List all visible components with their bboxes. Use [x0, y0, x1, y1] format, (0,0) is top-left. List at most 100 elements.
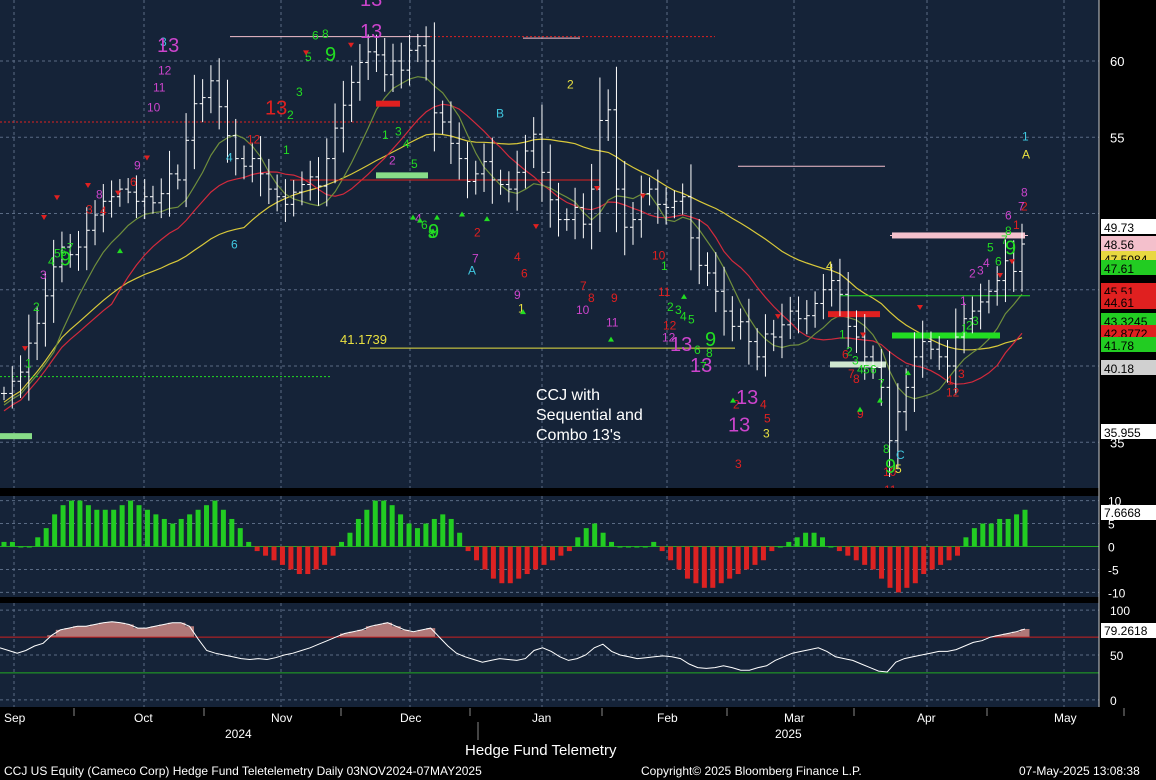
count-label: 1 — [1022, 129, 1029, 143]
count-label: 12 — [158, 64, 172, 78]
histogram-bar — [659, 546, 665, 552]
x-month-label: May — [1054, 711, 1077, 725]
histogram-bar — [710, 546, 716, 588]
count-label: 3 — [735, 457, 742, 471]
count-label: 7 — [580, 279, 587, 293]
histogram-bar — [246, 541, 252, 547]
count-label: 8 — [853, 372, 860, 386]
histogram-bar — [178, 518, 184, 547]
histogram-bar — [575, 537, 581, 547]
histogram-bar — [288, 546, 294, 570]
histogram-bar — [541, 546, 547, 565]
count-label: A — [468, 264, 476, 278]
histogram-bar — [524, 546, 530, 575]
count-label-large: 9 — [705, 329, 716, 351]
annotation-line-1: CCJ with — [536, 387, 600, 404]
count-label: 4 — [514, 250, 521, 264]
footer-center-title: Hedge Fund Telemetry — [465, 742, 617, 759]
count-label: 6 — [130, 175, 137, 189]
price-axis-tick: 60 — [1110, 54, 1124, 69]
histogram-bar — [617, 546, 623, 548]
count-label: 9 — [611, 291, 618, 305]
histogram-bar — [836, 546, 842, 552]
histogram-bar — [625, 546, 631, 548]
count-label-large: 9 — [1005, 238, 1016, 260]
count-label: 4 — [403, 137, 410, 151]
histogram-bar — [929, 546, 935, 570]
count-label: 4 — [760, 398, 767, 412]
x-month-label: Oct — [134, 711, 153, 725]
price-axis-tick: 55 — [1110, 130, 1124, 145]
histogram-bar — [693, 546, 699, 584]
count-label-large: 13 — [360, 0, 382, 11]
count-label: 3 — [40, 268, 47, 282]
count-label: 1 — [947, 373, 954, 387]
count-label: 4 — [226, 151, 233, 165]
histogram-bar — [609, 541, 615, 547]
count-label: 3 — [958, 367, 965, 381]
annotation-line-2: Sequential and — [536, 407, 643, 424]
histogram-bar — [549, 546, 555, 561]
histogram-bar — [26, 546, 32, 548]
count-label: 6 — [1005, 209, 1012, 223]
histogram-bar — [870, 546, 876, 570]
histogram-bar — [229, 518, 235, 547]
histogram-axis-tick: 0 — [1108, 541, 1115, 555]
histogram-bar — [474, 546, 480, 561]
histogram-bar — [69, 500, 75, 547]
histogram-bar — [271, 546, 277, 561]
chart-canvas: 35556012345 6 738469101112361212356 8123454… — [0, 0, 1156, 780]
price-right-label: 47.61 — [1101, 260, 1156, 276]
x-year-label: 2025 — [775, 727, 802, 741]
histogram-bar — [938, 546, 944, 565]
histogram-bar — [997, 518, 1003, 547]
x-month-label: Dec — [400, 711, 421, 725]
count-label: 6 — [312, 29, 319, 43]
histogram-bar — [431, 518, 437, 547]
histogram-bar — [170, 523, 176, 547]
level-bar — [892, 332, 1000, 339]
histogram-bar — [853, 546, 859, 561]
price-right-label: 40.18 — [1101, 360, 1156, 376]
histogram-bar — [339, 541, 345, 547]
histogram-bar — [381, 500, 387, 547]
histogram-bar — [254, 546, 260, 552]
histogram-bar — [786, 541, 792, 547]
count-label: 12 — [247, 132, 261, 146]
count-label: 1 — [1013, 218, 1020, 232]
price-right-label-text: 41.78 — [1104, 339, 1134, 353]
histogram-bar — [423, 523, 429, 547]
price-right-label-text: 40.18 — [1104, 362, 1134, 376]
count-label: 8 — [96, 187, 103, 201]
count-label: 3 — [395, 125, 402, 139]
histogram-bar — [153, 514, 159, 547]
count-label: 7 — [878, 376, 885, 390]
price-right-label-text: 49.73 — [1104, 221, 1134, 235]
histogram-bar — [204, 505, 210, 547]
footer-timestamp: 07-May-2025 13:08:38 — [1019, 764, 1140, 778]
histogram-bar — [642, 546, 648, 548]
count-label: 5 — [688, 312, 695, 326]
count-label: 8 — [322, 27, 329, 41]
count-label: 11 — [658, 285, 671, 299]
histogram-bar — [980, 523, 986, 547]
histogram-bar — [372, 500, 378, 547]
count-label: 2 — [389, 154, 396, 168]
histogram-bar — [263, 546, 269, 556]
histogram-bar — [819, 537, 825, 547]
count-label-large: 9 — [325, 44, 336, 66]
histogram-bar — [735, 546, 741, 575]
histogram-bar — [18, 546, 24, 548]
histogram-bar — [35, 537, 41, 547]
count-label: 8 — [883, 442, 890, 456]
count-label: 2 — [667, 300, 674, 314]
price-right-label-text: 48.56 — [1104, 238, 1134, 252]
count-label: 5 — [863, 363, 870, 377]
histogram-bar — [237, 528, 243, 547]
count-label: B — [496, 106, 504, 120]
count-label: 10 — [576, 303, 590, 317]
count-label-large: 13 — [728, 415, 750, 437]
histogram-bar — [676, 546, 682, 570]
histogram-bar — [963, 537, 969, 547]
price-right-label-text: 47.61 — [1104, 262, 1134, 276]
